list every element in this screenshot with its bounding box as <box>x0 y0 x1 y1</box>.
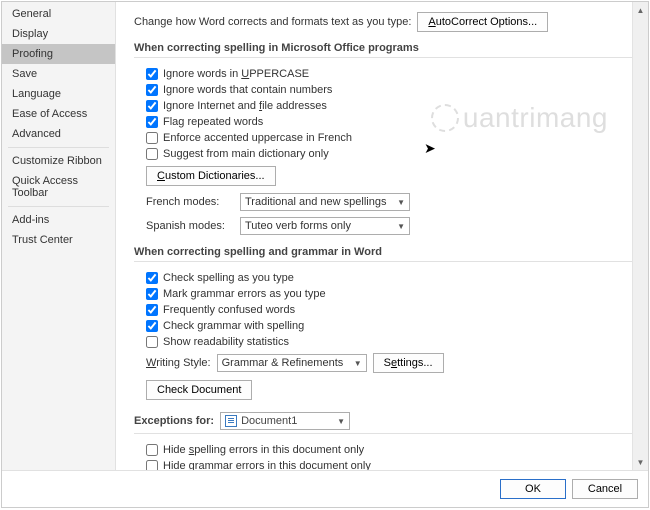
options-dialog: General Display Proofing Save Language E… <box>1 1 649 508</box>
select-value: Tuteo verb forms only <box>245 220 351 232</box>
check-ignore-uppercase[interactable]: Ignore words in UPPERCASE <box>134 66 634 82</box>
check-label: Enforce accented uppercase in French <box>163 132 352 144</box>
chevron-down-icon: ▼ <box>397 198 405 207</box>
section-header-office-spelling: When correcting spelling in Microsoft Of… <box>134 42 634 58</box>
check-label: Flag repeated words <box>163 116 263 128</box>
check-enforce-accented[interactable]: Enforce accented uppercase in French <box>134 130 634 146</box>
check-confused-words[interactable]: Frequently confused words <box>134 302 634 318</box>
check-label: Check grammar with spelling <box>163 320 304 332</box>
select-value: Traditional and new spellings <box>245 196 386 208</box>
check-hide-spelling-errors[interactable]: Hide spelling errors in this document on… <box>134 442 634 458</box>
check-spelling-as-type[interactable]: Check spelling as you type <box>134 270 634 286</box>
check-label: Show readability statistics <box>163 336 289 348</box>
sidebar-item-language[interactable]: Language <box>2 84 115 104</box>
sidebar-item-ease-of-access[interactable]: Ease of Access <box>2 104 115 124</box>
check-label: Check spelling as you type <box>163 272 294 284</box>
exceptions-label: Exceptions for: <box>134 415 214 427</box>
check-document-button[interactable]: Check Document <box>146 380 252 400</box>
dialog-footer: OK Cancel <box>2 470 648 507</box>
check-suggest-main-dict[interactable]: Suggest from main dictionary only <box>134 146 634 162</box>
spanish-modes-label: Spanish modes: <box>146 220 234 232</box>
main-panel: uantrimang Change how Word corrects and … <box>116 2 648 470</box>
sidebar-item-display[interactable]: Display <box>2 24 115 44</box>
checkbox[interactable] <box>146 336 158 348</box>
sidebar-divider <box>8 206 109 207</box>
vertical-scrollbar[interactable]: ▲ ▼ <box>632 2 648 470</box>
writing-style-select[interactable]: Grammar & Refinements ▼ <box>217 354 367 372</box>
checkbox[interactable] <box>146 84 158 96</box>
category-sidebar: General Display Proofing Save Language E… <box>2 2 116 470</box>
exceptions-document-select[interactable]: Document1 ▼ <box>220 412 350 430</box>
autocorrect-label: Change how Word corrects and formats tex… <box>134 16 411 28</box>
checkbox[interactable] <box>146 288 158 300</box>
french-modes-row: French modes: Traditional and new spelli… <box>134 190 634 214</box>
sidebar-item-advanced[interactable]: Advanced <box>2 124 115 144</box>
check-label: Ignore Internet and file addresses <box>163 100 327 112</box>
check-flag-repeated[interactable]: Flag repeated words <box>134 114 634 130</box>
select-value: Grammar & Refinements <box>222 357 344 369</box>
section-header-exceptions: Exceptions for: Document1 ▼ <box>134 412 634 434</box>
writing-style-row: Writing Style: Grammar & Refinements ▼ Se… <box>134 350 634 376</box>
custom-dictionaries-button[interactable]: Custom Dictionaries... <box>146 166 276 186</box>
check-grammar-with-spelling[interactable]: Check grammar with spelling <box>134 318 634 334</box>
sidebar-item-trust-center[interactable]: Trust Center <box>2 230 115 250</box>
dialog-content: General Display Proofing Save Language E… <box>2 2 648 470</box>
check-grammar-as-type[interactable]: Mark grammar errors as you type <box>134 286 634 302</box>
checkbox[interactable] <box>146 132 158 144</box>
french-modes-select[interactable]: Traditional and new spellings ▼ <box>240 193 410 211</box>
check-label: Ignore words in UPPERCASE <box>163 68 309 80</box>
checkbox[interactable] <box>146 68 158 80</box>
checkbox[interactable] <box>146 460 158 470</box>
check-readability-stats[interactable]: Show readability statistics <box>134 334 634 350</box>
chevron-down-icon: ▼ <box>354 359 362 368</box>
check-hide-grammar-errors[interactable]: Hide grammar errors in this document onl… <box>134 458 634 470</box>
checkbox[interactable] <box>146 100 158 112</box>
check-ignore-internet[interactable]: Ignore Internet and file addresses <box>134 98 634 114</box>
settings-button[interactable]: Settings... <box>373 353 444 373</box>
french-modes-label: French modes: <box>146 196 234 208</box>
scroll-up-arrow-icon[interactable]: ▲ <box>633 2 648 18</box>
chevron-down-icon: ▼ <box>397 222 405 231</box>
sidebar-item-proofing[interactable]: Proofing <box>2 44 115 64</box>
checkbox[interactable] <box>146 272 158 284</box>
writing-style-label: Writing Style: <box>146 357 211 369</box>
spanish-modes-row: Spanish modes: Tuteo verb forms only ▼ <box>134 214 634 238</box>
sidebar-item-general[interactable]: General <box>2 4 115 24</box>
sidebar-divider <box>8 147 109 148</box>
check-label: Suggest from main dictionary only <box>163 148 329 160</box>
check-label: Hide grammar errors in this document onl… <box>163 460 371 470</box>
spanish-modes-select[interactable]: Tuteo verb forms only ▼ <box>240 217 410 235</box>
check-label: Mark grammar errors as you type <box>163 288 326 300</box>
checkbox[interactable] <box>146 444 158 456</box>
document-icon <box>225 415 237 427</box>
checkbox[interactable] <box>146 148 158 160</box>
chevron-down-icon: ▼ <box>337 417 345 426</box>
check-label: Frequently confused words <box>163 304 295 316</box>
sidebar-item-add-ins[interactable]: Add-ins <box>2 210 115 230</box>
ok-button[interactable]: OK <box>500 479 566 499</box>
sidebar-item-customize-ribbon[interactable]: Customize Ribbon <box>2 151 115 171</box>
sidebar-item-save[interactable]: Save <box>2 64 115 84</box>
check-label: Ignore words that contain numbers <box>163 84 332 96</box>
autocorrect-options-button[interactable]: AutoCorrect Options... <box>417 12 548 32</box>
cancel-button[interactable]: Cancel <box>572 479 638 499</box>
checkbox[interactable] <box>146 116 158 128</box>
autocorrect-row: Change how Word corrects and formats tex… <box>134 12 634 32</box>
select-value: Document1 <box>241 415 297 427</box>
check-ignore-numbers[interactable]: Ignore words that contain numbers <box>134 82 634 98</box>
section-header-word-spelling: When correcting spelling and grammar in … <box>134 246 634 262</box>
scroll-down-arrow-icon[interactable]: ▼ <box>633 454 648 470</box>
checkbox[interactable] <box>146 304 158 316</box>
checkbox[interactable] <box>146 320 158 332</box>
scroll-track[interactable] <box>633 18 648 454</box>
check-label: Hide spelling errors in this document on… <box>163 444 364 456</box>
sidebar-item-quick-access[interactable]: Quick Access Toolbar <box>2 171 115 203</box>
